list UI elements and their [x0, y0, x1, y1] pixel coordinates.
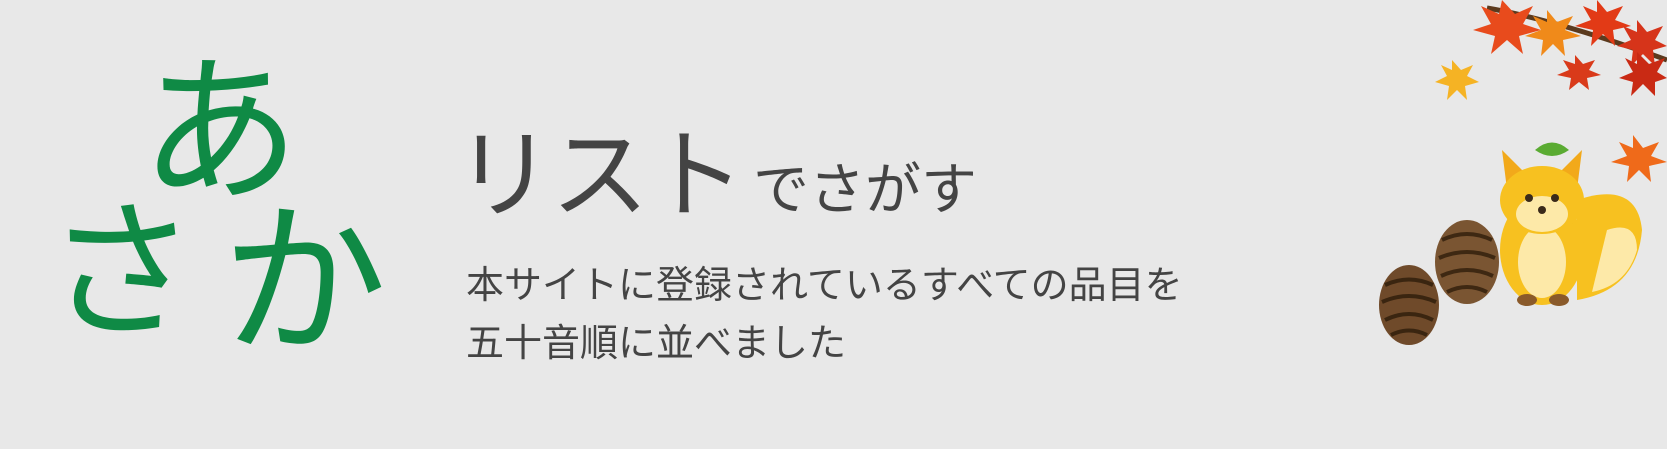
description-line-1: 本サイトに登録されているすべての品目を: [466, 263, 1183, 307]
title-sub: でさがす: [753, 158, 978, 223]
pine-cone-icon: [1379, 220, 1499, 345]
description: 本サイトに登録されているすべての品目を 五十音順に並べました: [466, 256, 1183, 372]
kana-sa: さ: [46, 186, 197, 360]
description-line-2: 五十音順に並べました: [466, 321, 847, 365]
page-title: リスト でさがす: [455, 96, 977, 238]
title-main: リスト: [455, 119, 745, 233]
fox-icon: [1500, 142, 1642, 306]
banner: あ さ か リスト でさがす 本サイトに登録されているすべての品目を 五十音順に並…: [0, 0, 1667, 449]
kana-ka: か: [222, 186, 387, 378]
autumn-illustration: [1379, 0, 1667, 345]
